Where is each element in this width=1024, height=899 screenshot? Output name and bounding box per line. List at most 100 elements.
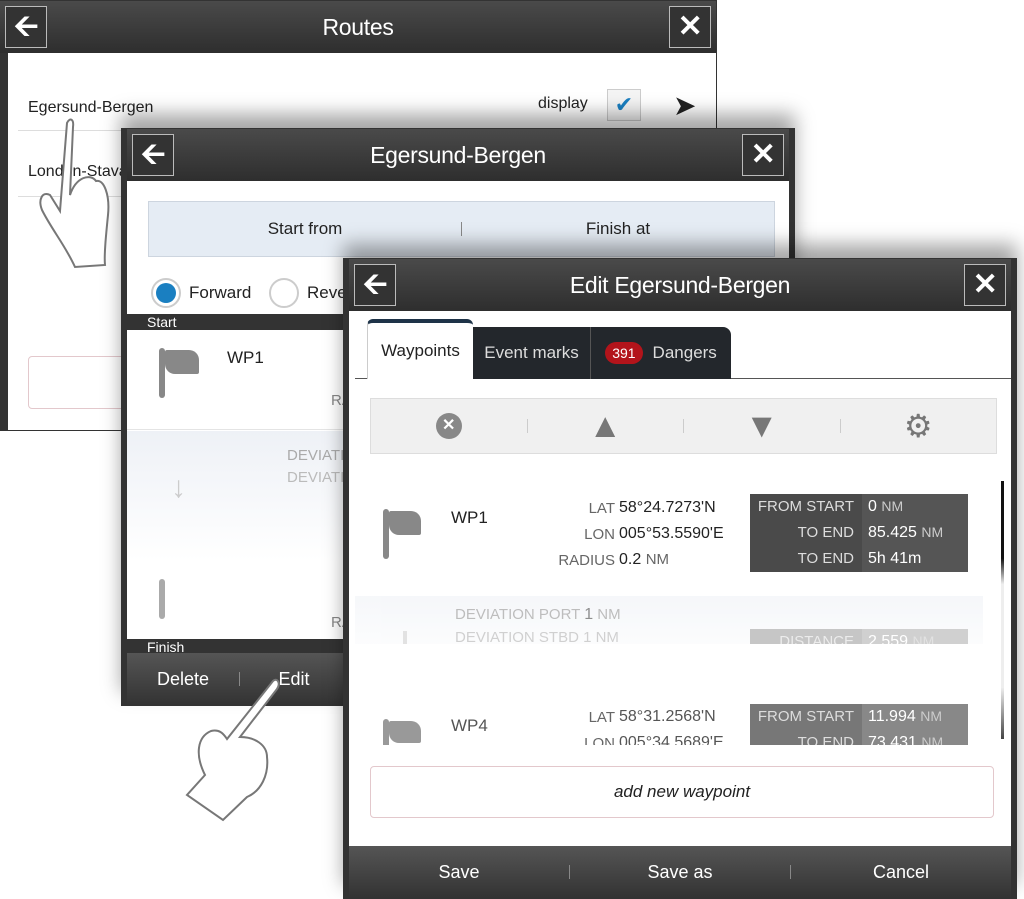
waypoint-name: WP4 [451,716,488,735]
flag-icon-cloth [165,350,199,374]
tab-dangers[interactable]: 391 Dangers [591,327,731,379]
lat-label: LAT [588,709,615,726]
cancel-button[interactable]: Cancel [791,862,1011,883]
stat-unit: NM [920,708,942,724]
route-item[interactable]: Egersund-Bergen display ✔ ➤ [18,71,718,131]
flag-icon [159,579,165,619]
waypoint-stats: FROM START 11.994 NM TO END 73.431 NM [750,704,968,745]
close-button[interactable]: ✕ [669,6,711,48]
dev-port-label: DEVIATION PORT [455,606,581,623]
delete-waypoint-button[interactable]: ✕ [371,413,527,439]
tab-label: Waypoints [381,341,460,360]
arrow-left-icon: 🡨 [140,138,166,171]
edit-route-window: Edit Egersund-Bergen 🡨 ✕ Waypoints Event… [343,258,1017,899]
radio-label: Forward [189,283,252,302]
save-button[interactable]: Save [349,862,569,883]
flag-icon-cloth [389,511,421,535]
edit-footer: Save Save as Cancel [349,846,1011,898]
display-checkbox[interactable]: ✔ [607,89,641,121]
lon-label: LON [584,735,615,745]
close-icon: ✕ [972,268,998,301]
coord-labels: LAT LON RADIUS [505,500,615,578]
start-from-button[interactable]: Start from [149,219,461,239]
radio-empty-icon [269,278,299,308]
dev-port-value: 1 [584,606,594,623]
stat-label: FROM START [750,704,862,730]
stat-unit: NM [921,524,944,540]
dev-port-unit: NM [597,606,621,623]
deviation-label: DEVIATI [287,469,345,486]
radius-unit: NM [645,551,670,568]
scrollbar[interactable] [1001,481,1004,739]
back-button[interactable]: 🡨 [5,6,47,48]
stat-unit: NM [921,734,944,745]
stat-value: 5h 41m [868,550,922,567]
stat-label: TO END [750,520,862,546]
gear-icon: ⚙ [903,408,933,444]
lon-label: LON [584,526,615,543]
add-waypoint-button[interactable]: add new waypoint [370,766,994,818]
back-button[interactable]: 🡨 [132,134,174,176]
close-icon: ✕ [750,138,776,171]
stat-label: TO END [750,730,862,745]
deviation-port: DEVIATION PORT 1 NM [455,606,621,624]
arrow-left-icon: 🡨 [13,10,39,43]
waypoint-name: WP1 [227,348,264,367]
waypoint-name: WP1 [451,508,488,527]
navigate-arrow-icon[interactable]: ➤ [673,89,696,122]
lat-value: 58°24.7273'N [619,499,716,516]
route-title-bar: Egersund-Bergen 🡨 ✕ [127,129,789,181]
tap-hand-icon [185,678,280,822]
move-up-button[interactable]: ▲ [528,407,684,446]
lon-value: 005°53.5590'E [619,525,724,542]
stat-value: 11.994 [868,708,916,725]
route-title: Egersund-Bergen [370,141,546,168]
edit-title: Edit Egersund-Bergen [569,271,791,298]
tab-waypoints[interactable]: Waypoints [367,319,473,379]
stat-unit: NM [881,498,904,514]
radius-value: 0.2 [619,551,642,568]
edit-title-bar: Edit Egersund-Bergen 🡨 ✕ [349,259,1011,311]
radio-forward[interactable]: Forward [151,278,251,308]
start-finish-selector: Start from Finish at [148,201,775,257]
save-as-button[interactable]: Save as [570,862,790,883]
tab-bar: Waypoints Event marks 391 Dangers [355,319,1011,379]
back-button[interactable]: 🡨 [354,264,396,306]
radio-label: Reve [307,283,347,302]
tap-hand-icon [39,118,110,269]
settings-button[interactable]: ⚙ [841,407,997,445]
radio-selected-icon [151,278,181,308]
radio-reverse[interactable]: Reve [269,278,347,308]
stat-label: FROM START [750,494,862,520]
down-arrow-icon: ↓ [171,471,186,504]
flag-icon-cloth [389,721,421,743]
display-label: display [538,95,588,112]
finish-at-button[interactable]: Finish at [462,219,774,239]
fade-overlay [355,644,983,694]
close-button[interactable]: ✕ [964,264,1006,306]
tab-label: Event marks [484,343,579,362]
waypoint-row[interactable]: WP4 LAT LON 58°31.2568'N 005°34.5689'E F… [355,699,983,745]
stat-label: TO END [750,546,862,572]
stat-value: 0 [868,498,877,515]
lon-value: 005°34.5689'E [619,734,724,745]
checkmark-icon: ✔ [614,92,634,117]
add-waypoint-label: add new waypoint [613,782,751,801]
triangle-down-icon: ▼ [744,406,779,445]
waypoint-row[interactable]: WP1 LAT LON RADIUS 58°24.7273'N 005°53.5… [355,484,983,594]
routes-title-bar: Routes 🡨 ✕ [0,1,716,53]
routes-title: Routes [322,13,394,40]
triangle-up-icon: ▲ [588,406,623,445]
tab-event-marks[interactable]: Event marks [473,327,591,379]
stat-value: 85.425 [868,524,917,541]
waypoint-toolbar: ✕ ▲ ▼ ⚙ [370,398,997,454]
move-down-button[interactable]: ▼ [684,407,840,446]
lat-value: 58°31.2568'N [619,708,716,725]
stat-value: 73.431 [868,734,917,745]
close-button[interactable]: ✕ [742,134,784,176]
waypoint-stats: FROM START 0 NM TO END 85.425 NM TO END 5h … [750,494,968,572]
coord-values: 58°24.7273'N 005°53.5590'E 0.2 NM [619,499,724,577]
dangers-count-badge: 391 [605,342,643,364]
tab-label: Dangers [652,343,717,362]
coord-labels: LAT LON [505,709,615,745]
